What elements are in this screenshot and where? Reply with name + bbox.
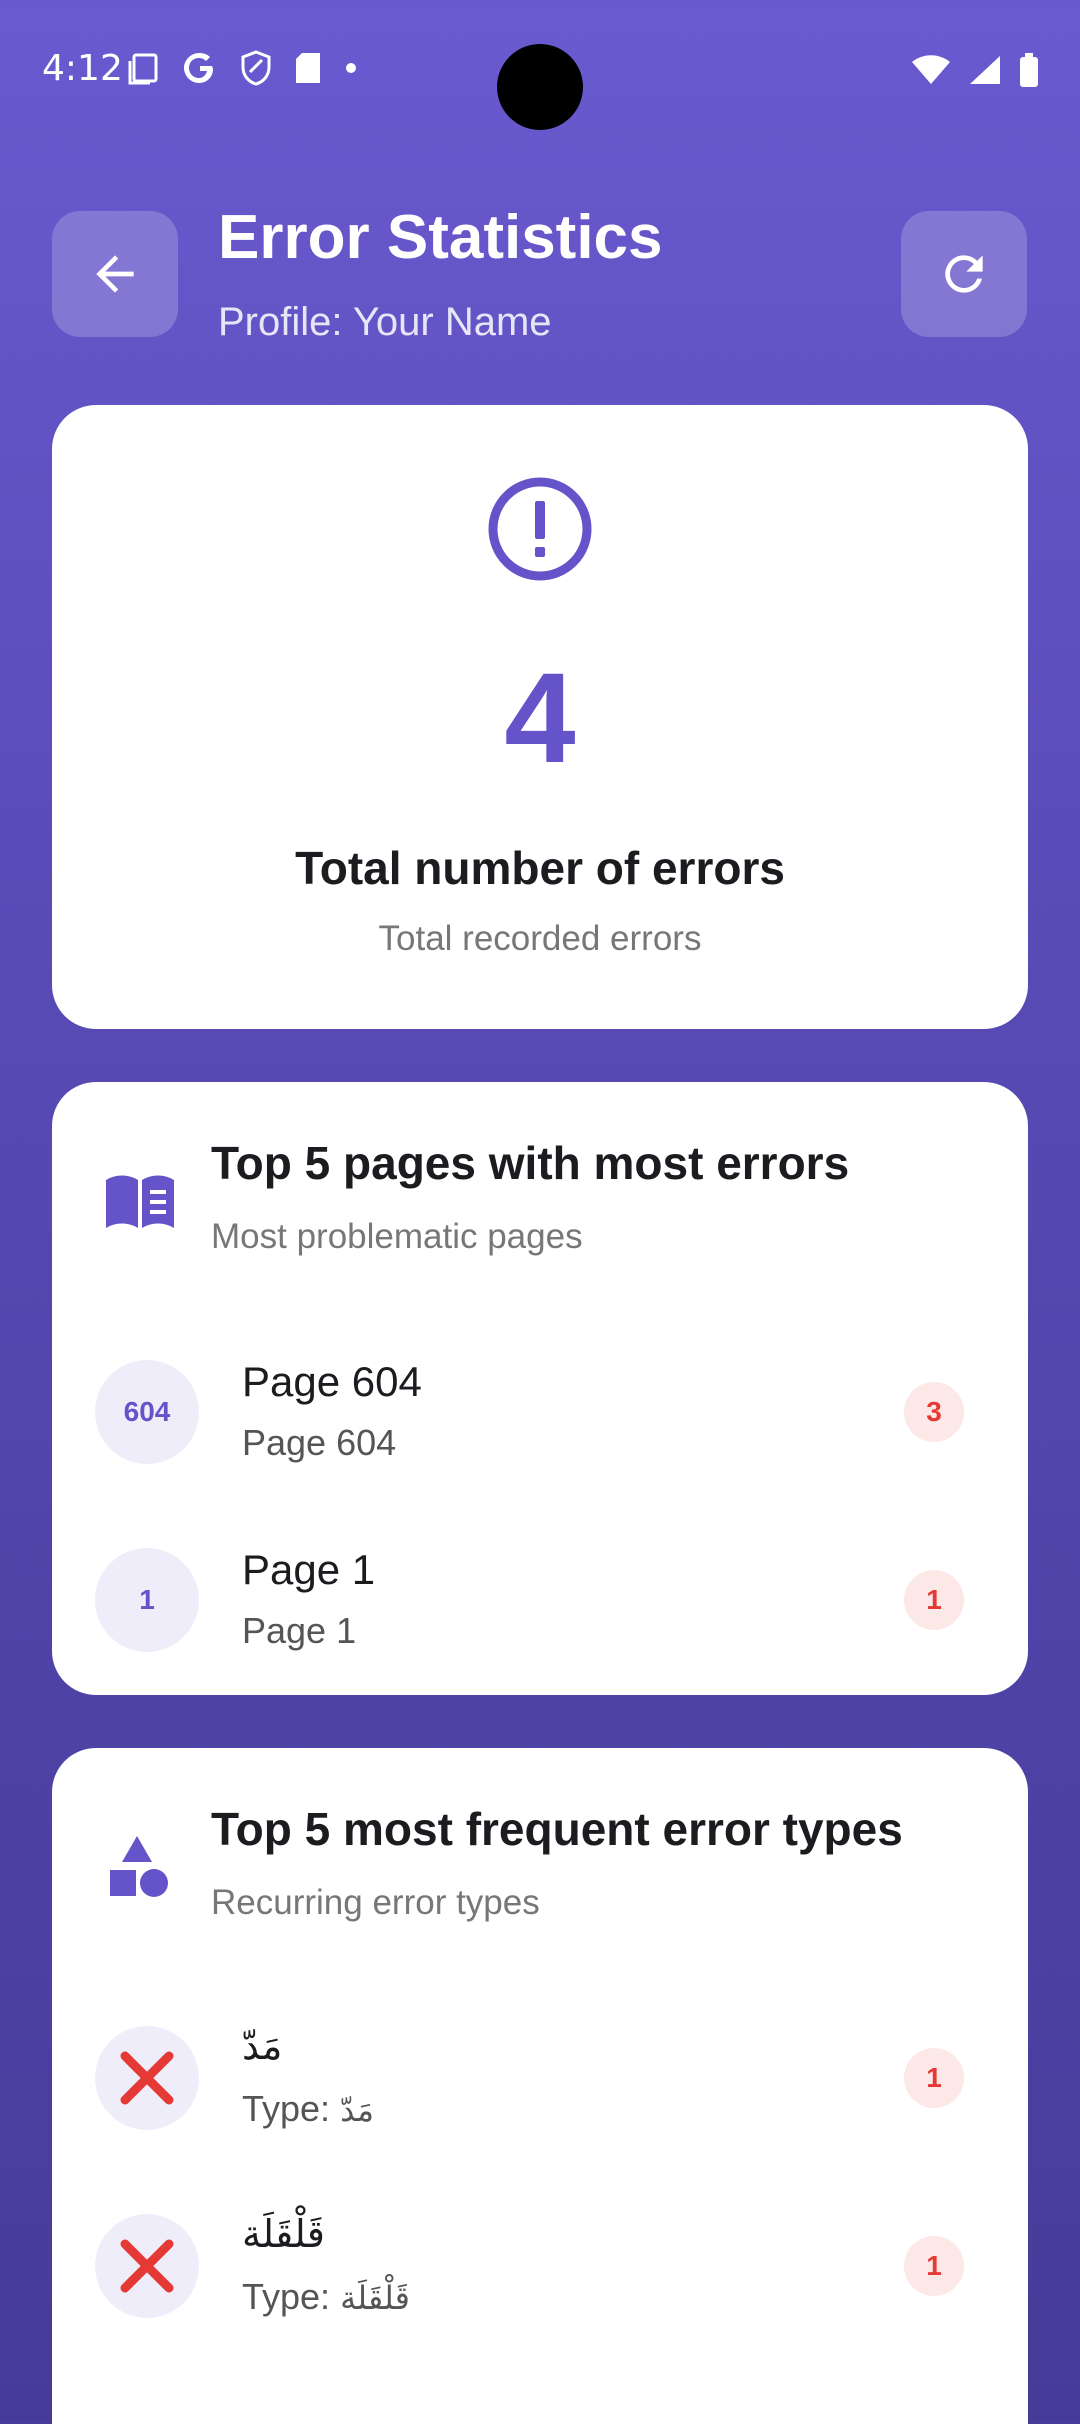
error-type-list-item[interactable]: مَدّ Type: مَدّ 1: [52, 2004, 1028, 2154]
red-x-icon: [120, 2239, 174, 2293]
sd-card-icon: [296, 53, 320, 83]
page-item-subtitle: Page 1: [242, 1610, 357, 1651]
arrow-back-icon: [96, 255, 134, 293]
google-icon: [184, 53, 213, 83]
page-list-item[interactable]: 1 Page 1 Page 1 1: [52, 1526, 1028, 1676]
notification-dot-icon: [346, 63, 356, 73]
top-types-title: Top 5 most frequent error types: [211, 1803, 903, 1855]
total-errors-subtitle: Total recorded errors: [378, 919, 702, 958]
top-types-subtitle: Recurring error types: [211, 1883, 540, 1922]
error-outline-icon: [488, 477, 592, 581]
status-time: 4:12: [42, 48, 123, 89]
top-pages-subtitle: Most problematic pages: [211, 1217, 583, 1256]
error-type-badge: [95, 2214, 199, 2318]
page-item-subtitle: Page 604: [242, 1422, 397, 1463]
top-pages-title: Top 5 pages with most errors: [211, 1137, 850, 1189]
page-title: Error Statistics: [218, 203, 663, 272]
refresh-icon: [945, 255, 983, 293]
refresh-button[interactable]: [901, 211, 1027, 337]
error-count-badge: 1: [904, 2048, 964, 2108]
home-indicator[interactable]: [397, 2389, 682, 2399]
type-value: قَلْقَلَة: [340, 2279, 410, 2317]
camera-cutout: [497, 44, 583, 130]
top-pages-card: Top 5 pages with most errors Most proble…: [52, 1082, 1028, 1695]
category-shapes-icon: [110, 1836, 168, 1897]
page-list-item[interactable]: 604 Page 604 Page 604 3: [52, 1338, 1028, 1488]
error-count-badge: 1: [904, 1570, 964, 1630]
page-number-badge: 604: [95, 1360, 199, 1464]
error-type-list-item[interactable]: قَلْقَلَة Type: قَلْقَلَة 1: [52, 2192, 1028, 2342]
error-type-title: مَدّ: [242, 2024, 283, 2068]
red-x-icon: [120, 2051, 174, 2105]
type-value: مَدّ: [340, 2091, 374, 2129]
type-label: Type:: [242, 2088, 341, 2129]
error-count-badge: 3: [904, 1382, 964, 1442]
error-type-subtitle: Type: مَدّ: [242, 2088, 374, 2130]
battery-icon: [1020, 53, 1038, 87]
book-icon: [106, 1175, 174, 1228]
total-errors-title: Total number of errors: [295, 842, 785, 894]
error-type-title: قَلْقَلَة: [242, 2212, 325, 2256]
screenshot-icon: [128, 53, 158, 85]
status-bar: 4:12: [0, 0, 1080, 140]
error-type-badge: [95, 2026, 199, 2130]
page-number-badge: 1: [95, 1548, 199, 1652]
type-label: Type:: [242, 2276, 341, 2317]
signal-icon: [970, 56, 1000, 84]
total-errors-value: 4: [504, 647, 576, 790]
page-item-title: Page 1: [242, 1546, 376, 1593]
profile-subtitle: Profile: Your Name: [218, 300, 552, 344]
wifi-icon: [912, 55, 950, 84]
error-type-subtitle: Type: قَلْقَلَة: [242, 2276, 410, 2318]
shield-icon: [241, 50, 271, 86]
back-button[interactable]: [52, 211, 178, 337]
error-count-badge: 1: [904, 2236, 964, 2296]
top-error-types-card: Top 5 most frequent error types Recurrin…: [52, 1748, 1028, 2424]
page-item-title: Page 604: [242, 1358, 422, 1405]
total-errors-card: 4 Total number of errors Total recorded …: [52, 405, 1028, 1029]
